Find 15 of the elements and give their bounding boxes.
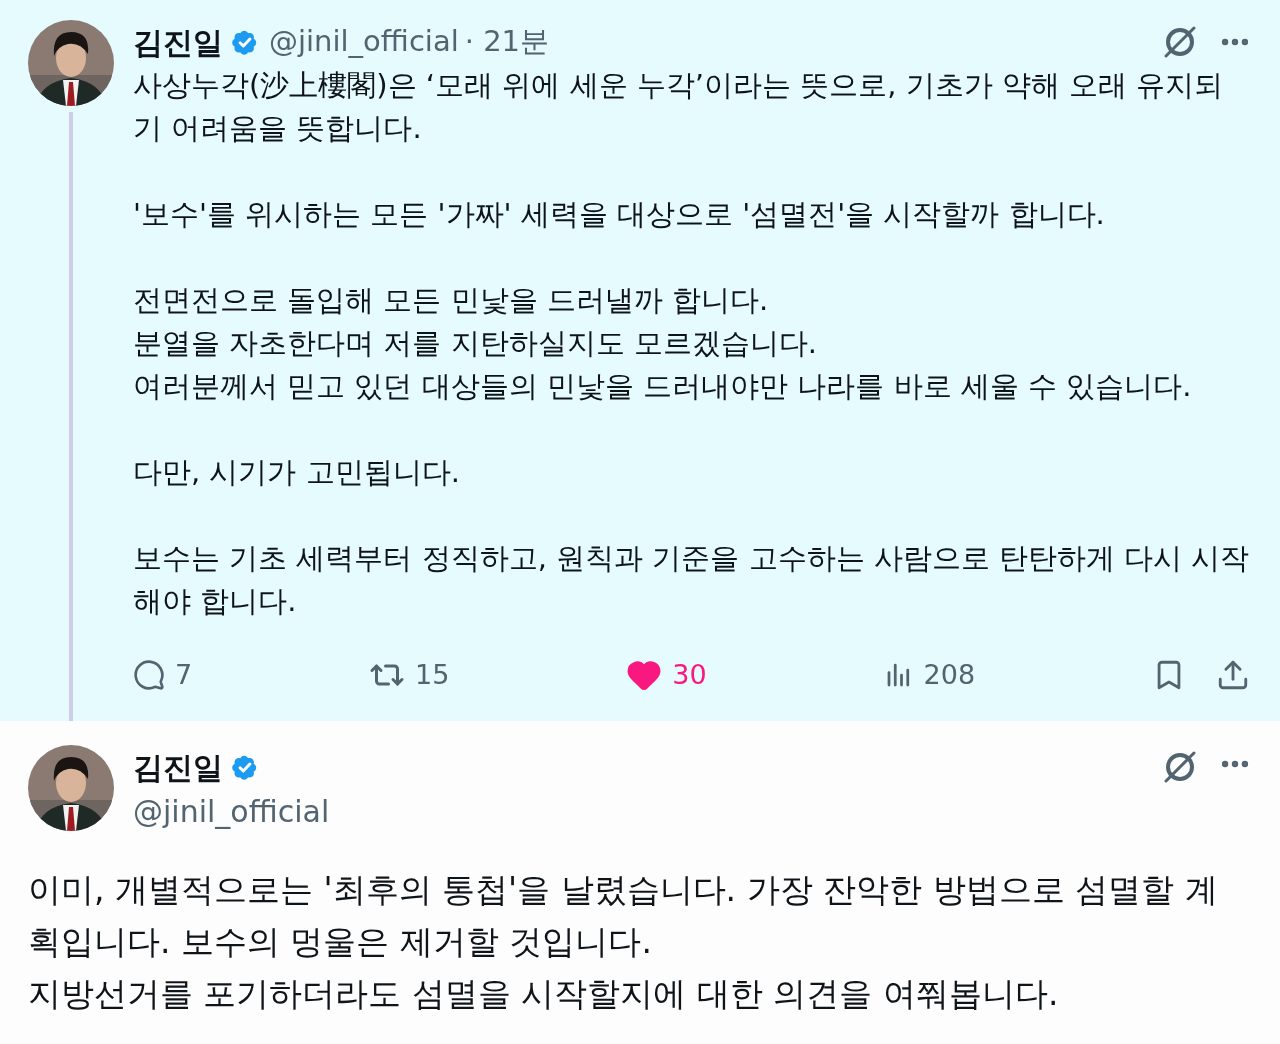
post-text: 다만, 시기가 고민됩니다. [133,454,461,491]
repost-button[interactable]: 15 [369,654,450,696]
like-button[interactable]: 30 [626,654,707,696]
author-name[interactable]: 김진일 [133,19,223,65]
post-text: 보수는 기초 세력부터 정직하고, 원칙과 기준을 고수하는 사람으로 탄탄하게 다시 시작해야 합니다. [133,540,1250,620]
post-time[interactable]: · 21분 [464,20,550,64]
author-handle[interactable]: @jinil_official [269,20,459,64]
post-text: 전면전으로 돌입해 모든 민낯을 드러낼까 합니다. 분열을 자초한다며 저를 지탄하실지도 모르겠습니다. 여러분께서 믿고 있던 대상들의 민낯을 드러내야만 나라를 바로 세울 수 있습니다. [133,282,1193,405]
author-name[interactable]: 김진일 [133,744,223,790]
reply-button[interactable]: 7 [133,654,193,696]
views-button[interactable]: 208 [883,654,976,696]
post-text: 이미, 개별적으로는 '최후의 통첩'을 날렸습니다. 가장 잔악한 방법으로 섬멸할 계획입니다. 보수의 멍울은 제거할 것입니다. 지방선거를 포기하더라도 섬멸을 시작할지에 대한 의견을 여쭤봅니다. [28,869,1219,1015]
author-handle[interactable]: @jinil_official [133,789,330,834]
post-text: '보수'를 위시하는 모든 '가짜' 세력을 대상으로 '섬멸전'을 시작할까 합니다. [133,196,1106,233]
post-text: 사상누각(沙上樓閣)은 ‘모래 위에 세운 누각’이라는 뜻으로, 기초가 약해 오래 유지되기 어려움을 뜻합니다. [133,67,1225,147]
